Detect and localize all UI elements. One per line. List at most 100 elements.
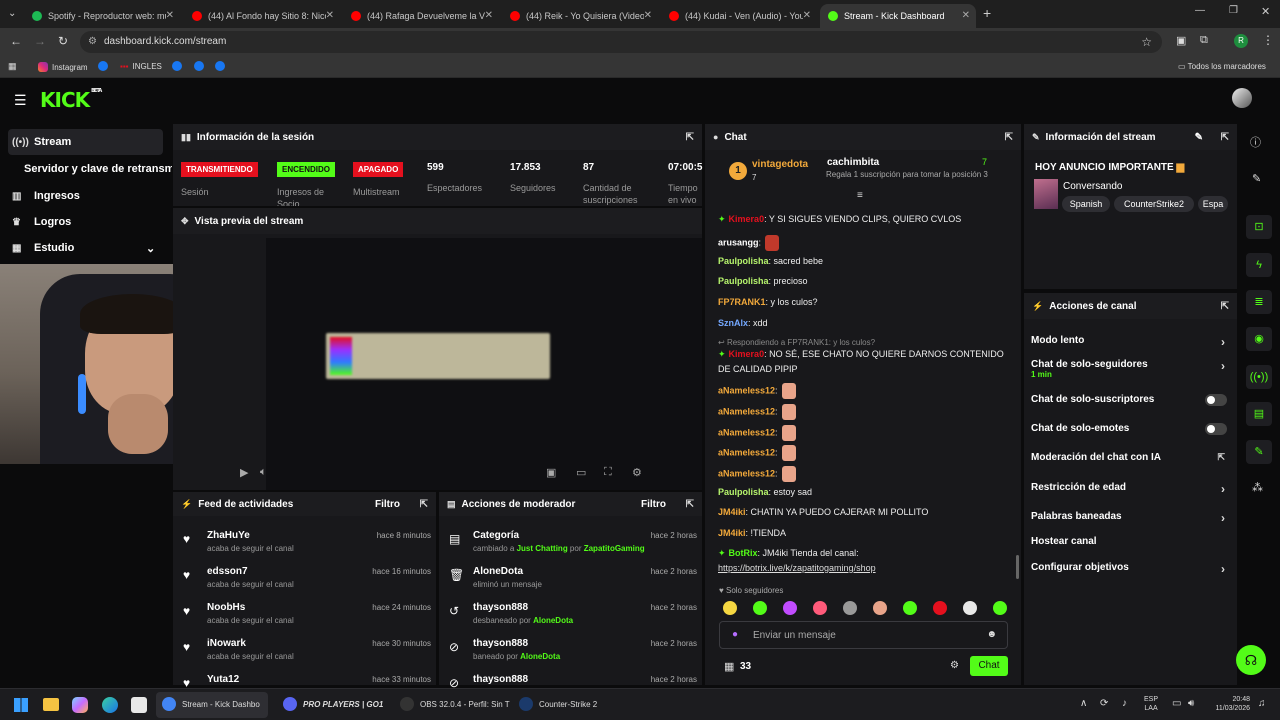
chat-username[interactable]: aNameless12	[718, 385, 775, 395]
feed-filter-button[interactable]: Filtro	[375, 499, 400, 510]
emote-icon[interactable]	[873, 601, 887, 615]
tab-search-icon[interactable]: ⌄	[8, 8, 16, 19]
channel-action-row[interactable]: Palabras baneadas ›	[1031, 511, 1229, 525]
nav-logros[interactable]: ♛ Logros	[12, 216, 71, 228]
close-window-button[interactable]: ✕	[1261, 5, 1270, 18]
taskbar-app[interactable]: Counter-Strike 2	[519, 697, 597, 711]
chat-username[interactable]: aNameless12	[718, 447, 775, 457]
chat-username[interactable]: JM4iki	[718, 507, 746, 517]
reload-icon[interactable]: ↻	[58, 34, 68, 48]
channel-action-row[interactable]: Chat de solo-emotes	[1031, 423, 1229, 435]
rail-camera-icon[interactable]: ⊡	[1246, 215, 1272, 239]
list-item[interactable]: ♥ edsson7 acaba de seguir el canal hace 16 …	[181, 564, 431, 600]
stream-video[interactable]: ▶ 🔈︎ ▣ ▭ ⛶ ⚙	[240, 238, 702, 490]
copilot-icon[interactable]	[72, 697, 88, 713]
channel-action-row[interactable]: Modo lento ›	[1031, 335, 1229, 349]
chat-username[interactable]: Kimera0	[729, 349, 765, 359]
bookmark-facebook[interactable]	[172, 61, 182, 71]
rail-chat-icon[interactable]: ◉	[1246, 327, 1272, 351]
list-item[interactable]: ⊘ thayson888 baneado por AloneDota hace 2 h…	[447, 636, 697, 672]
mod-highlight[interactable]: Just Chatting	[517, 544, 568, 553]
emote-icon[interactable]	[993, 601, 1007, 615]
chevron-down-icon[interactable]: ≡	[857, 190, 863, 201]
close-tab-icon[interactable]: ✕	[166, 10, 174, 21]
url-input[interactable]: ⚙ dashboard.kick.com/stream ☆	[80, 31, 1162, 53]
expand-icon[interactable]: ⇱	[1221, 301, 1229, 312]
feed-username[interactable]: Yuta12	[207, 674, 239, 685]
points-icon[interactable]: ▦	[724, 660, 734, 673]
maximize-button[interactable]: ❐	[1229, 5, 1238, 16]
chat-username[interactable]: aNameless12	[718, 468, 775, 478]
emote-icon[interactable]	[933, 601, 947, 615]
kick-logo[interactable]: KICK BETA	[40, 88, 102, 112]
user-avatar[interactable]	[1232, 88, 1252, 108]
chat-username[interactable]: Paulpolisha	[718, 276, 769, 286]
bookmark-ingles[interactable]: ▪▪▪ INGLES	[120, 62, 162, 71]
emote-icon[interactable]	[843, 601, 857, 615]
toggle-switch[interactable]	[1205, 423, 1227, 435]
bookmark-star-icon[interactable]: ☆	[1141, 31, 1152, 53]
volume-icon[interactable]: 🔈︎	[260, 466, 267, 479]
fullscreen-icon[interactable]: ⛶	[604, 466, 612, 479]
gifter-1-name[interactable]: vintagedota	[752, 159, 808, 170]
nav-stream[interactable]: ((•)) Stream	[12, 136, 71, 148]
volume-tray-icon[interactable]: 🔊︎	[1188, 698, 1194, 709]
puzzle-icon[interactable]: ⧉	[1200, 34, 1208, 47]
mod-highlight[interactable]: AloneDota	[520, 652, 560, 661]
feed-username[interactable]: NoobHs	[207, 602, 245, 613]
chat-username[interactable]: arusangg	[718, 237, 759, 247]
expand-icon[interactable]: ⇱	[686, 132, 694, 143]
rail-edit-icon[interactable]: ✎	[1252, 172, 1261, 185]
channel-action-row[interactable]: Restricción de edad ›	[1031, 482, 1229, 496]
channel-action-row[interactable]: Hostear canal	[1031, 536, 1229, 547]
expand-icon[interactable]: ⇱	[1221, 132, 1229, 143]
profile-avatar[interactable]: R	[1234, 34, 1248, 48]
channel-action-row[interactable]: Configurar objetivos ›	[1031, 562, 1229, 576]
nav-ingresos[interactable]: ▥ Ingresos	[12, 190, 80, 202]
mod-filter-button[interactable]: Filtro	[641, 499, 666, 510]
mic-icon[interactable]: ●	[732, 629, 738, 640]
browser-tab[interactable]: Stream - Kick Dashboard ✕	[820, 4, 976, 28]
mod-target[interactable]: thayson888	[473, 674, 528, 685]
category-name[interactable]: Conversando	[1063, 181, 1122, 192]
taskbar-app[interactable]: Stream - Kick Dashbo	[162, 697, 260, 711]
back-icon[interactable]: ←	[10, 34, 22, 48]
taskbar-app[interactable]: PRO PLAYERS | GO1	[283, 697, 383, 711]
emote-icon[interactable]	[813, 601, 827, 615]
stream-tag[interactable]: Spanish	[1062, 196, 1110, 212]
settings-gear-icon[interactable]: ⚙	[632, 466, 642, 479]
botrix-link[interactable]: https://botrix.live/k/zapatitogaming/sho…	[718, 563, 1018, 573]
emoji-icon[interactable]: ☻	[986, 629, 997, 640]
theater-icon[interactable]: ▭	[576, 466, 586, 479]
rail-list-icon[interactable]: ≣	[1246, 290, 1272, 314]
gifter-2-name[interactable]: cachimbita	[827, 157, 879, 168]
stream-tag[interactable]: CounterStrike2	[1114, 196, 1194, 212]
rail-wrench-icon[interactable]: ✎	[1246, 440, 1272, 464]
list-item[interactable]: 🗑︎ AloneDota eliminó un mensaje hace 2 hora…	[447, 564, 697, 600]
close-tab-icon[interactable]: ✕	[962, 10, 970, 21]
notification-bell-icon[interactable]: ♫	[1258, 698, 1266, 709]
bookmark-facebook[interactable]	[98, 61, 108, 71]
emote-icon[interactable]	[753, 601, 767, 615]
browser-tab[interactable]: (44) Reik - Yo Quisiera (Video) ✕	[502, 4, 658, 28]
chat-input[interactable]: ● Enviar un mensaje ☻	[719, 621, 1008, 649]
list-item[interactable]: ▤ Categoría cambiado a Just Chatting por Z…	[447, 528, 697, 564]
emote-icon[interactable]	[723, 601, 737, 615]
mod-highlight[interactable]: AloneDota	[533, 616, 573, 625]
language-indicator[interactable]: ESP LAA	[1144, 695, 1158, 713]
chat-username[interactable]: Kimera0	[729, 214, 765, 224]
menu-dots-icon[interactable]: ⋮	[1262, 33, 1274, 47]
taskbar-app[interactable]: OBS 32.0.4 - Perfil: Sin T	[400, 697, 510, 711]
expand-icon[interactable]: ⇱	[1005, 132, 1013, 143]
site-info-icon[interactable]: ⚙	[88, 31, 97, 53]
chat-send-button[interactable]: Chat	[970, 656, 1008, 676]
browser-tab[interactable]: Spotify - Reproductor web: mú ✕	[24, 4, 180, 28]
play-icon[interactable]: ▶	[240, 466, 248, 479]
windows-start-icon[interactable]	[14, 698, 28, 712]
chat-settings-icon[interactable]: ⚙	[950, 660, 959, 671]
rail-server-icon[interactable]: ▤	[1246, 402, 1272, 426]
mod-target[interactable]: thayson888	[473, 602, 528, 613]
list-item[interactable]: ↺ thayson888 desbaneado por AloneDota hace …	[447, 600, 697, 636]
forward-icon[interactable]: →	[34, 34, 46, 48]
edit-pencil-icon[interactable]: ✎	[1195, 132, 1203, 143]
